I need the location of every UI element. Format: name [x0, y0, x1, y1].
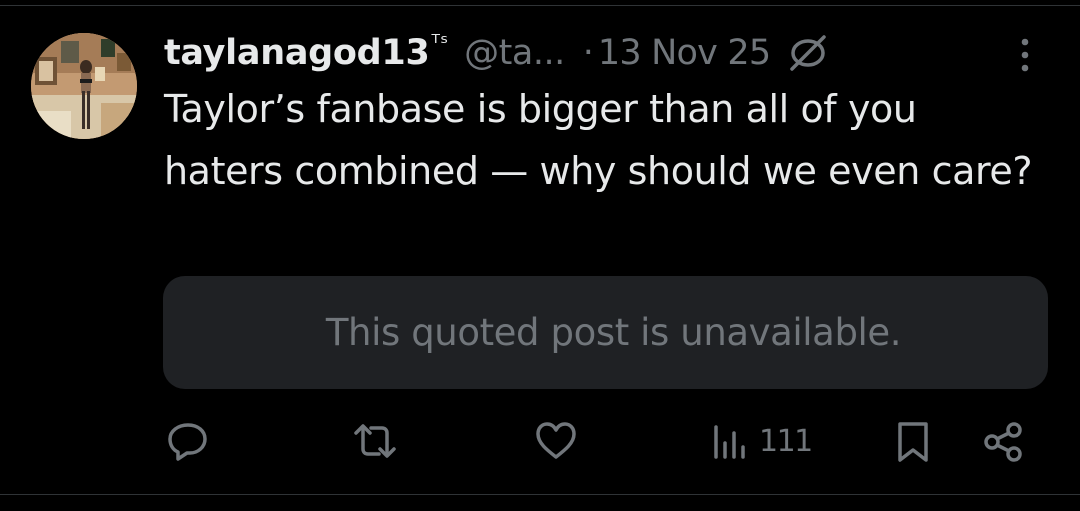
name-badge: ᵀˢ [431, 30, 449, 56]
reply-icon [168, 423, 207, 461]
retweet-button[interactable] [351, 419, 399, 463]
avatar-image [31, 33, 137, 139]
share-button[interactable] [980, 419, 1026, 465]
retweet-icon [354, 424, 396, 458]
reply-button[interactable] [166, 419, 210, 463]
tweet-header: taylanagod13 ᵀˢ @ta... · 13 Nov 25 [164, 26, 1044, 80]
top-divider [0, 0, 1080, 6]
bookmark-icon [898, 422, 928, 462]
quoted-post-card[interactable]: This quoted post is unavailable. [163, 276, 1048, 389]
quoted-post-unavailable-text: This quoted post is unavailable. [325, 311, 902, 354]
views-button[interactable]: 111 [711, 419, 813, 463]
avatar[interactable] [31, 33, 137, 139]
display-name[interactable]: taylanagod13 [164, 33, 430, 73]
views-icon [714, 425, 745, 459]
like-button[interactable] [533, 419, 579, 463]
tweet-text: Taylor’s fanbase is bigger than all of y… [164, 87, 1033, 193]
handle[interactable]: @ta... [464, 33, 565, 73]
share-icon [984, 422, 1022, 462]
post-date[interactable]: 13 Nov 25 [598, 33, 771, 73]
like-icon [536, 422, 576, 459]
bookmark-button[interactable] [893, 419, 933, 465]
bottom-divider [0, 494, 1080, 495]
more-options-icon[interactable] [1015, 36, 1035, 76]
no-sign-icon [784, 29, 832, 77]
separator-dot: · [582, 33, 594, 73]
views-count: 111 [759, 423, 813, 459]
